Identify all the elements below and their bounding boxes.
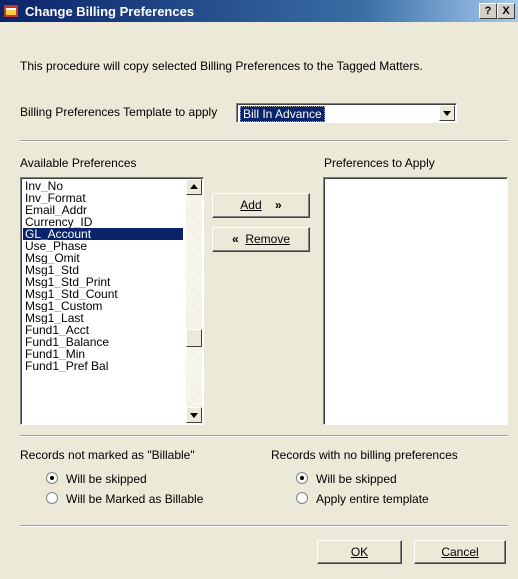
- scroll-thumb[interactable]: [186, 329, 202, 347]
- radio-skip-not-billable[interactable]: [46, 472, 58, 484]
- list-item[interactable]: Inv_No: [23, 180, 183, 192]
- not-billable-label: Records not marked as "Billable": [20, 448, 195, 462]
- list-item[interactable]: Fund1_Min: [23, 348, 183, 360]
- remove-arrow-icon: «: [231, 232, 239, 246]
- option-label[interactable]: Will be skipped: [316, 472, 397, 486]
- apply-label: Preferences to Apply: [324, 156, 435, 170]
- remove-button-label: Remove: [245, 232, 291, 246]
- template-label: Billing Preferences Template to apply: [20, 105, 218, 119]
- divider: [20, 140, 508, 142]
- available-list: Inv_No Inv_Format Email_Addr Currency_ID GL_…: [23, 180, 183, 372]
- cancel-button[interactable]: Cancel: [414, 540, 506, 564]
- available-scrollbar[interactable]: [186, 179, 202, 423]
- help-button[interactable]: ?: [479, 3, 497, 19]
- radio-skip-no-prefs[interactable]: [296, 472, 308, 484]
- list-item[interactable]: Currency_ID: [23, 216, 183, 228]
- apply-listbox[interactable]: [323, 177, 508, 425]
- list-item[interactable]: Msg1_Last: [23, 312, 183, 324]
- list-item[interactable]: Email_Addr: [23, 204, 183, 216]
- divider: [20, 435, 508, 437]
- add-arrow-icon: »: [275, 198, 282, 212]
- available-listbox[interactable]: Inv_No Inv_Format Email_Addr Currency_ID GL_…: [20, 177, 204, 425]
- list-item[interactable]: Msg1_Std_Count: [23, 288, 183, 300]
- app-icon: [4, 5, 18, 17]
- list-item[interactable]: Msg_Omit: [23, 252, 183, 264]
- option-label[interactable]: Will be Marked as Billable: [66, 492, 203, 506]
- cancel-button-label: Cancel: [441, 545, 479, 559]
- list-item[interactable]: Fund1_Pref Bal: [23, 360, 183, 372]
- option-label[interactable]: Apply entire template: [316, 492, 429, 506]
- available-label: Available Preferences: [20, 156, 137, 170]
- remove-button[interactable]: « Remove: [212, 227, 310, 252]
- option-label[interactable]: Will be skipped: [66, 472, 147, 486]
- list-item[interactable]: GL_Account: [23, 228, 183, 240]
- template-value: Bill In Advance: [240, 106, 325, 122]
- chevron-down-icon[interactable]: [439, 105, 455, 121]
- radio-mark-billable[interactable]: [46, 492, 58, 504]
- no-prefs-label: Records with no billing preferences: [271, 448, 458, 462]
- list-item[interactable]: Inv_Format: [23, 192, 183, 204]
- close-button[interactable]: X: [497, 3, 515, 19]
- dialog-body: This procedure will copy selected Billin…: [0, 22, 518, 579]
- template-combo[interactable]: Bill In Advance: [236, 103, 457, 123]
- add-button-label: Add: [240, 198, 262, 212]
- intro-text: This procedure will copy selected Billin…: [20, 59, 423, 73]
- scroll-down-icon[interactable]: [186, 407, 202, 423]
- list-item[interactable]: Msg1_Std_Print: [23, 276, 183, 288]
- list-item[interactable]: Use_Phase: [23, 240, 183, 252]
- list-item[interactable]: Fund1_Balance: [23, 336, 183, 348]
- add-button[interactable]: Add »: [212, 193, 310, 218]
- radio-apply-template[interactable]: [296, 492, 308, 504]
- ok-button-label: OK: [350, 545, 369, 559]
- scroll-up-icon[interactable]: [186, 179, 202, 195]
- list-item[interactable]: Fund1_Acct: [23, 324, 183, 336]
- divider: [20, 525, 508, 527]
- window-title: Change Billing Preferences: [25, 4, 195, 19]
- list-item[interactable]: Msg1_Std: [23, 264, 183, 276]
- ok-button[interactable]: OK: [317, 540, 402, 564]
- list-item[interactable]: Msg1_Custom: [23, 300, 183, 312]
- title-bar[interactable]: Change Billing Preferences ? X: [0, 0, 518, 22]
